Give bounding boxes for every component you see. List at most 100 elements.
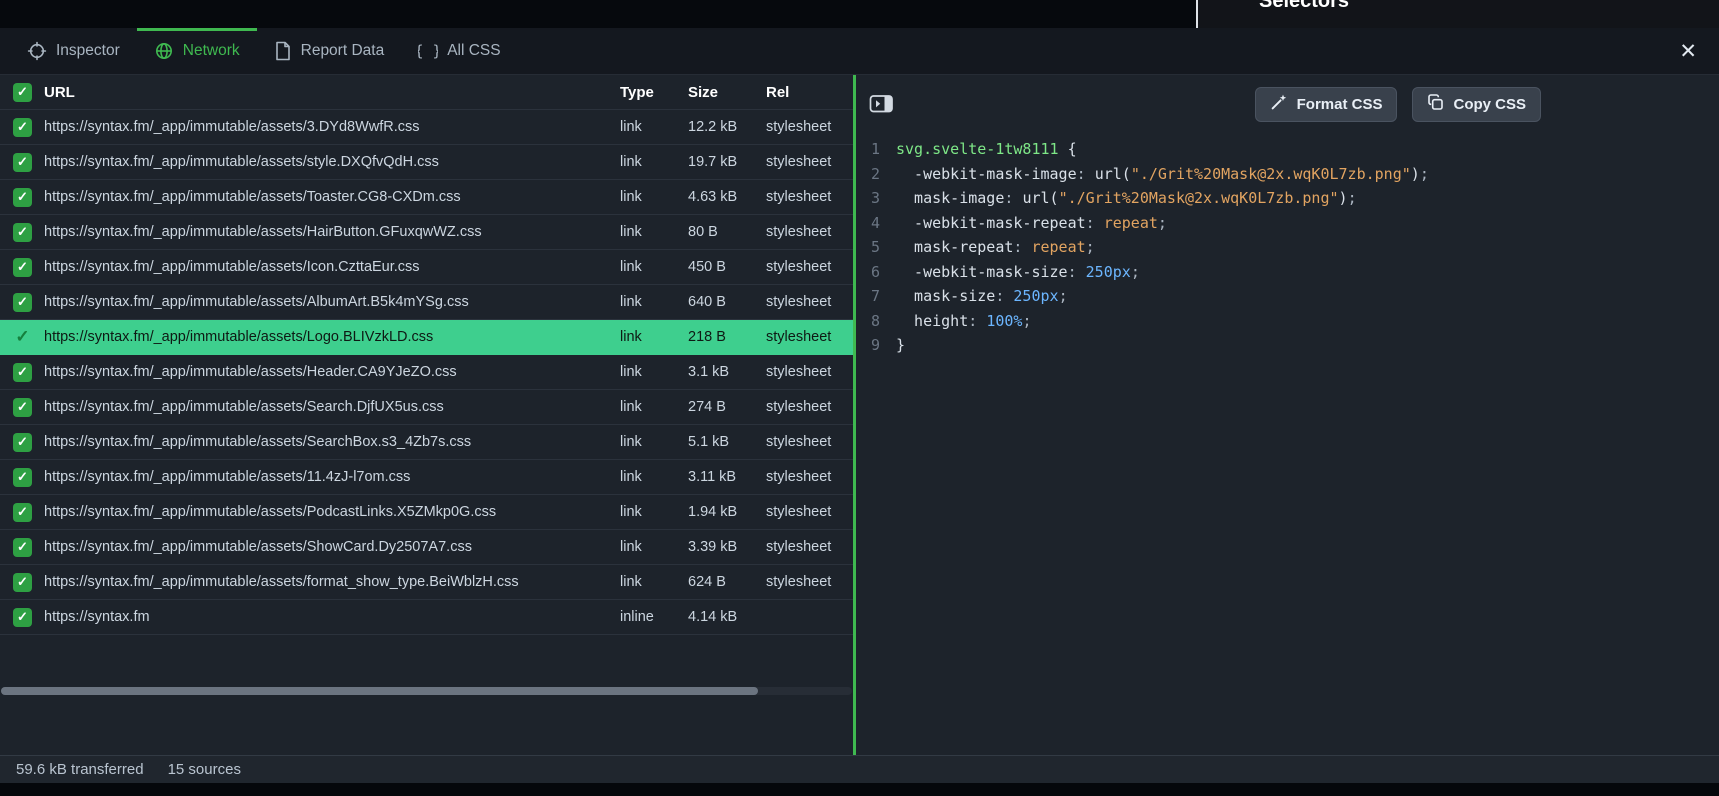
code-toolbar: Format CSS Copy CSS [856, 75, 1719, 133]
row-rel: stylesheet [766, 434, 853, 450]
row-type: link [620, 504, 688, 520]
table-row[interactable]: ✓ https://syntax.fm/_app/immutable/asset… [0, 425, 853, 460]
row-checkbox[interactable]: ✓ [13, 258, 32, 277]
row-rel: stylesheet [766, 574, 853, 590]
network-icon [154, 41, 174, 61]
expand-panel-icon[interactable] [869, 94, 894, 114]
tab-report-data[interactable]: Report Data [257, 28, 402, 74]
row-type: link [620, 469, 688, 485]
row-checkbox[interactable]: ✓ [13, 223, 32, 242]
row-rel: stylesheet [766, 154, 853, 170]
table-row[interactable]: ✓ https://syntax.fm/_app/immutable/asset… [0, 145, 853, 180]
horizontal-scrollbar[interactable] [1, 687, 852, 695]
row-rel: stylesheet [766, 189, 853, 205]
tab-network[interactable]: Network [137, 28, 257, 74]
code-line: mask-size: 250px; [896, 284, 1429, 309]
row-rel: stylesheet [766, 294, 853, 310]
row-size: 4.14 kB [688, 609, 766, 625]
row-checkbox[interactable]: ✓ [13, 398, 32, 417]
table-row[interactable]: ✓ https://syntax.fm/_app/immutable/asset… [0, 390, 853, 425]
row-checkbox[interactable]: ✓ [13, 328, 32, 347]
row-size: 12.2 kB [688, 119, 766, 135]
tab-inspector[interactable]: Inspector [10, 28, 137, 74]
row-checkbox[interactable]: ✓ [13, 433, 32, 452]
col-header-size: Size [688, 84, 766, 101]
tab-label-inspector: Inspector [56, 42, 120, 60]
row-checkbox[interactable]: ✓ [13, 363, 32, 382]
table-row[interactable]: ✓ https://syntax.fm inline 4.14 kB [0, 600, 853, 635]
tab-bar: Inspector Network Report Data [0, 28, 1719, 75]
table-row[interactable]: ✓ https://syntax.fm/_app/immutable/asset… [0, 110, 853, 145]
row-checkbox[interactable]: ✓ [13, 608, 32, 627]
row-checkbox[interactable]: ✓ [13, 188, 32, 207]
background-page-strip: Selectors [0, 0, 1719, 28]
background-selectors-panel: Selectors [1196, 0, 1719, 28]
row-size: 4.63 kB [688, 189, 766, 205]
code-line: height: 100%; [896, 309, 1429, 334]
table-row[interactable]: ✓ https://syntax.fm/_app/immutable/asset… [0, 355, 853, 390]
row-type: link [620, 119, 688, 135]
table-row[interactable]: ✓ https://syntax.fm/_app/immutable/asset… [0, 565, 853, 600]
row-rel: stylesheet [766, 329, 853, 345]
selectors-heading: Selectors [1259, 0, 1349, 13]
css-code-viewer[interactable]: 123456789 svg.svelte-1tw8111 { -webkit-m… [856, 137, 1719, 358]
table-row[interactable]: ✓ https://syntax.fm/_app/immutable/asset… [0, 250, 853, 285]
report-data-icon [274, 41, 292, 61]
status-bar: 59.6 kB transferred 15 sources [0, 755, 1719, 783]
row-size: 218 B [688, 329, 766, 345]
network-table-body: ✓ https://syntax.fm/_app/immutable/asset… [0, 110, 853, 635]
row-size: 640 B [688, 294, 766, 310]
code-line: } [896, 333, 1429, 358]
row-url: https://syntax.fm/_app/immutable/assets/… [44, 154, 620, 170]
row-type: link [620, 224, 688, 240]
row-checkbox[interactable]: ✓ [13, 153, 32, 172]
table-row[interactable]: ✓ https://syntax.fm/_app/immutable/asset… [0, 320, 853, 355]
row-size: 3.39 kB [688, 539, 766, 555]
tab-label-all-css: All CSS [447, 42, 500, 60]
row-size: 450 B [688, 259, 766, 275]
row-rel: stylesheet [766, 259, 853, 275]
row-checkbox[interactable]: ✓ [13, 118, 32, 137]
table-row[interactable]: ✓ https://syntax.fm/_app/immutable/asset… [0, 530, 853, 565]
row-type: link [620, 259, 688, 275]
table-row[interactable]: ✓ https://syntax.fm/_app/immutable/asset… [0, 285, 853, 320]
table-row[interactable]: ✓ https://syntax.fm/_app/immutable/asset… [0, 460, 853, 495]
tab-all-css[interactable]: { } All CSS [401, 28, 517, 74]
row-checkbox[interactable]: ✓ [13, 293, 32, 312]
line-number: 3 [866, 186, 880, 211]
line-number: 4 [866, 211, 880, 236]
line-number: 5 [866, 235, 880, 260]
row-checkbox[interactable]: ✓ [13, 468, 32, 487]
inspector-icon [27, 41, 47, 61]
row-checkbox[interactable]: ✓ [13, 573, 32, 592]
code-line: mask-image: url("./Grit%20Mask@2x.wqK0L7… [896, 186, 1429, 211]
col-header-rel: Rel [766, 84, 853, 101]
row-url: https://syntax.fm/_app/immutable/assets/… [44, 434, 620, 450]
row-url: https://syntax.fm/_app/immutable/assets/… [44, 259, 620, 275]
table-row[interactable]: ✓ https://syntax.fm/_app/immutable/asset… [0, 180, 853, 215]
css-panel: Format CSS Copy CSS 123456789 [856, 75, 1719, 755]
row-checkbox[interactable]: ✓ [13, 503, 32, 522]
scrollbar-thumb[interactable] [1, 687, 758, 695]
code-actions: Format CSS Copy CSS [1255, 87, 1541, 122]
row-url: https://syntax.fm/_app/immutable/assets/… [44, 364, 620, 380]
transferred-label: 59.6 kB transferred [16, 761, 144, 778]
table-row[interactable]: ✓ https://syntax.fm/_app/immutable/asset… [0, 495, 853, 530]
row-checkbox[interactable]: ✓ [13, 538, 32, 557]
select-all-checkbox[interactable]: ✓ [13, 83, 32, 102]
row-type: inline [620, 609, 688, 625]
close-icon[interactable]: ✕ [1679, 41, 1697, 62]
all-css-icon: { } [418, 41, 438, 61]
row-type: link [620, 154, 688, 170]
table-row[interactable]: ✓ https://syntax.fm/_app/immutable/asset… [0, 215, 853, 250]
bottom-strip [0, 783, 1719, 796]
format-css-button[interactable]: Format CSS [1255, 87, 1398, 122]
row-url: https://syntax.fm/_app/immutable/assets/… [44, 574, 620, 590]
format-css-label: Format CSS [1297, 96, 1383, 113]
code-line: -webkit-mask-image: url("./Grit%20Mask@2… [896, 162, 1429, 187]
row-type: link [620, 399, 688, 415]
row-size: 274 B [688, 399, 766, 415]
copy-css-button[interactable]: Copy CSS [1412, 87, 1541, 122]
row-type: link [620, 539, 688, 555]
code-lines: svg.svelte-1tw8111 { -webkit-mask-image:… [896, 137, 1429, 358]
